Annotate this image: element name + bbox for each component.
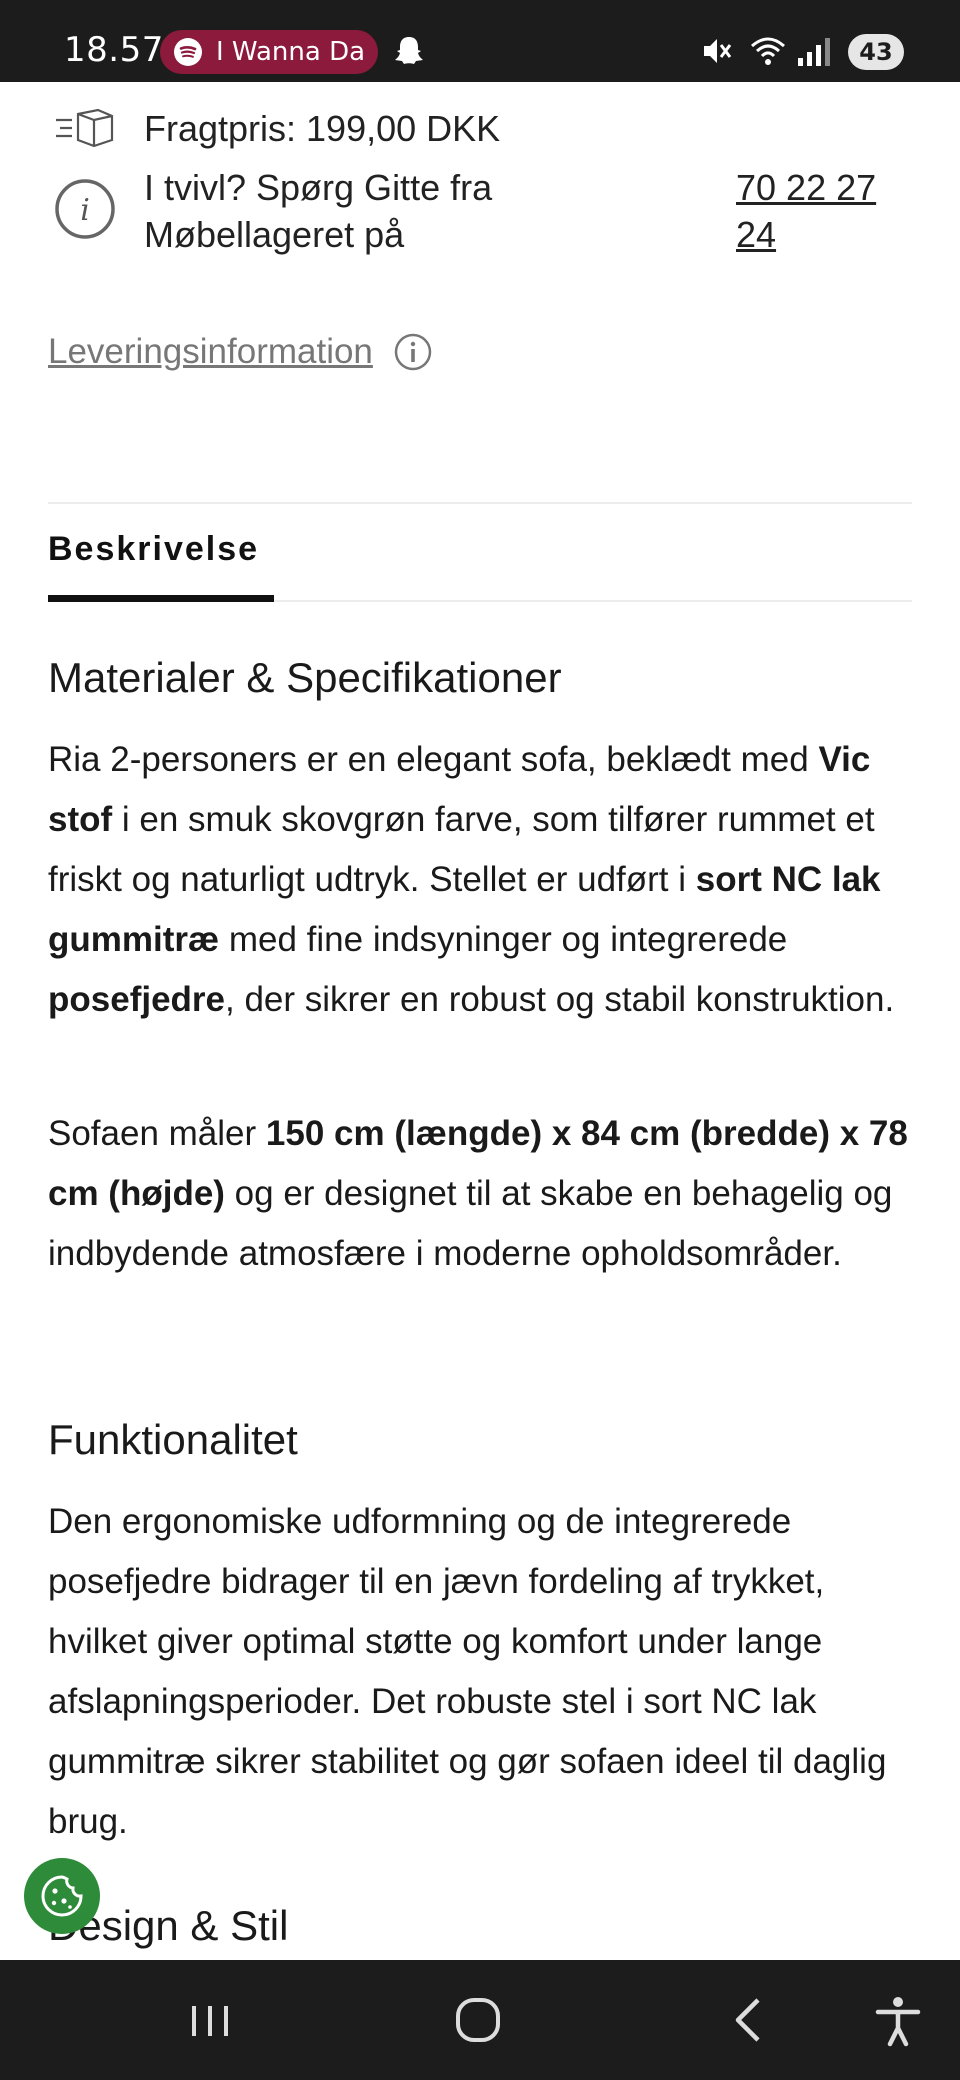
wifi-icon (751, 37, 785, 65)
delivery-box-icon (56, 108, 114, 148)
battery-icon: 43 (848, 34, 904, 70)
spotify-icon (174, 38, 202, 66)
active-tab-indicator (48, 595, 274, 602)
info-icon[interactable] (393, 332, 433, 372)
heading-materials: Materialer & Specifikationer (48, 654, 562, 701)
freight-row: Fragtpris: 199,00 DKK (48, 98, 908, 162)
heading-functionality: Funktionalitet (48, 1416, 298, 1463)
help-row: i I tvivl? Spørg Gitte fra Møbellageret … (48, 160, 908, 280)
media-title: I Wanna Da (216, 37, 366, 67)
functionality-paragraph: Den ergonomiske udformning og de integre… (48, 1502, 887, 1841)
tab-divider (274, 600, 912, 602)
status-bar: 18.57 I Wanna Da 43 (0, 0, 960, 82)
recent-apps-icon[interactable] (180, 1990, 240, 2050)
freight-price: Fragtpris: 199,00 DKK (144, 108, 501, 149)
snapchat-ghost-icon (395, 37, 423, 64)
status-icons (700, 28, 960, 72)
help-text: I tvivl? Spørg Gitte fra Møbellageret på (144, 167, 493, 255)
media-pill[interactable]: I Wanna Da (160, 30, 378, 74)
system-nav-bar (0, 1960, 960, 2080)
tab-description[interactable]: Beskrivelse (48, 530, 259, 569)
status-time: 18.57 (64, 30, 164, 70)
delivery-info: Leveringsinformation (48, 332, 433, 382)
svg-text:i: i (80, 193, 90, 228)
accessibility-icon[interactable] (868, 1990, 928, 2050)
cookie-settings-button[interactable] (24, 1858, 100, 1934)
phone-link[interactable]: 70 22 27 24 (736, 164, 896, 258)
divider (48, 502, 912, 504)
info-circle-icon: i (55, 179, 115, 239)
delivery-info-link[interactable]: Leveringsinformation (48, 332, 373, 372)
cookie-icon (41, 1875, 83, 1917)
mute-icon (704, 39, 732, 63)
product-page-content: Fragtpris: 199,00 DKK i I tvivl? Spørg G… (0, 82, 960, 1960)
materials-paragraph-1: Ria 2-personers er en elegant sofa, bekl… (48, 740, 895, 1019)
back-icon[interactable] (720, 1990, 780, 2050)
materials-paragraph-2: Sofaen måler 150 cm (længde) x 84 cm (br… (48, 1114, 908, 1273)
home-icon[interactable] (448, 1990, 508, 2050)
signal-icon (798, 38, 830, 66)
